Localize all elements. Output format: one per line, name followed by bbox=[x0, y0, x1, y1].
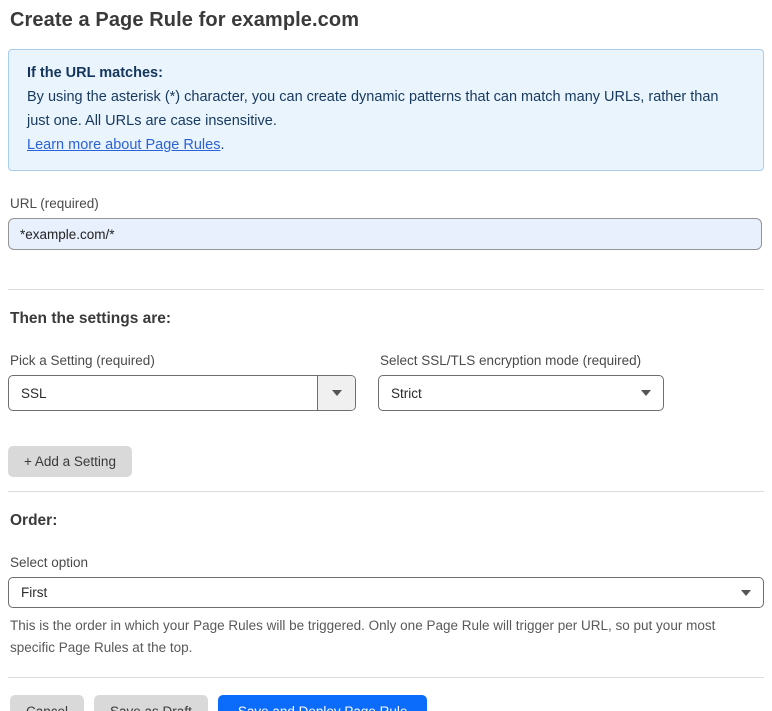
pick-setting-value: SSL bbox=[21, 385, 47, 401]
page-title: Create a Page Rule for example.com bbox=[10, 9, 360, 31]
chevron-down-icon bbox=[729, 589, 763, 596]
divider bbox=[8, 677, 764, 678]
ssl-mode-value: Strict bbox=[391, 385, 422, 401]
pick-setting-select[interactable]: SSL bbox=[8, 375, 356, 411]
chevron-down-icon bbox=[331, 390, 342, 396]
divider bbox=[8, 289, 764, 290]
settings-section-heading: Then the settings are: bbox=[10, 310, 172, 327]
add-setting-button[interactable]: + Add a Setting bbox=[8, 446, 132, 477]
pick-setting-arrow-cell[interactable] bbox=[317, 376, 355, 410]
info-box-heading: If the URL matches: bbox=[27, 65, 163, 81]
settings-selects-row: Pick a Setting (required) SSL Select SSL… bbox=[8, 328, 764, 411]
url-field-label: URL (required) bbox=[10, 196, 99, 211]
ssl-mode-label: Select SSL/TLS encryption mode (required… bbox=[380, 353, 642, 368]
pick-setting-column: Pick a Setting (required) SSL bbox=[8, 328, 356, 411]
save-draft-button[interactable]: Save as Draft bbox=[94, 695, 208, 711]
info-box-link-line: Learn more about Page Rules. bbox=[27, 133, 745, 157]
url-match-info-box: If the URL matches: By using the asteris… bbox=[8, 49, 764, 171]
ssl-mode-column: Select SSL/TLS encryption mode (required… bbox=[378, 328, 664, 411]
create-page-rule-form: Create a Page Rule for example.com If th… bbox=[0, 0, 772, 711]
info-box-body: By using the asterisk (*) character, you… bbox=[27, 89, 719, 129]
chevron-down-icon bbox=[629, 390, 663, 396]
order-select[interactable]: First bbox=[8, 577, 764, 608]
cancel-button[interactable]: Cancel bbox=[10, 695, 85, 711]
order-select-label: Select option bbox=[10, 555, 89, 570]
pick-setting-label: Pick a Setting (required) bbox=[10, 353, 155, 368]
order-section-heading: Order: bbox=[10, 512, 58, 529]
url-input[interactable] bbox=[8, 218, 762, 250]
order-help-text: This is the order in which your Page Rul… bbox=[10, 618, 716, 655]
learn-more-link[interactable]: Learn more about Page Rules bbox=[27, 137, 220, 153]
link-suffix: . bbox=[220, 137, 225, 153]
divider bbox=[8, 491, 764, 492]
save-deploy-button[interactable]: Save and Deploy Page Rule bbox=[217, 695, 428, 711]
order-select-value: First bbox=[21, 585, 48, 600]
ssl-mode-select[interactable]: Strict bbox=[378, 375, 664, 411]
footer-buttons: Cancel Save as Draft Save and Deploy Pag… bbox=[8, 695, 764, 711]
